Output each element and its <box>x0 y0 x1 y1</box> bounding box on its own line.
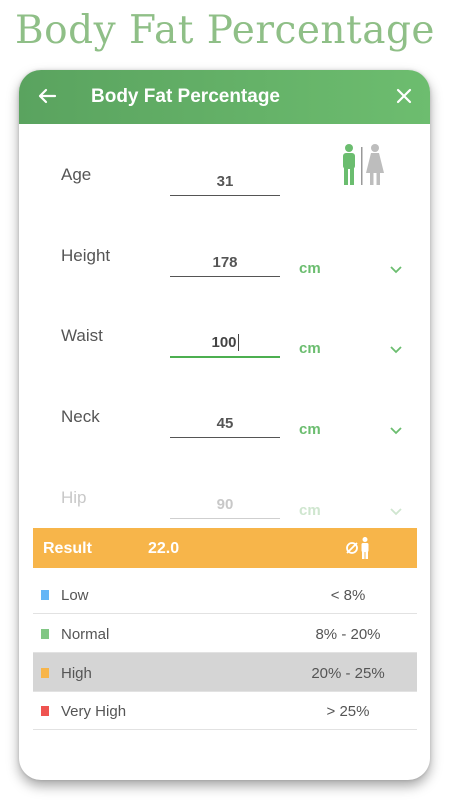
neck-row: Neck 45 cm <box>19 391 430 441</box>
legend-name: Very High <box>61 703 127 720</box>
text-cursor: ​ <box>237 334 239 351</box>
legend-name: Low <box>61 587 89 604</box>
result-value: 22.0 <box>148 540 180 557</box>
legend-row-high: High 20% - 25% <box>33 653 417 692</box>
hip-input: 90 <box>170 492 280 519</box>
legend-name: Normal <box>61 626 110 643</box>
result-bar: Result 22.0 <box>33 528 417 568</box>
waist-row: Waist 100​ cm <box>19 310 430 360</box>
chevron-down-icon[interactable] <box>389 424 403 438</box>
chevron-down-icon <box>390 508 402 516</box>
legend-row-normal: Normal 8% - 20% <box>33 614 417 653</box>
neck-unit-select[interactable]: cm <box>299 421 321 438</box>
legend-range: > 25% <box>326 703 370 720</box>
back-arrow-icon[interactable] <box>35 84 59 108</box>
legend-range: < 8% <box>330 587 366 604</box>
header-title: Body Fat Percentage <box>91 86 280 107</box>
low-color-swatch <box>41 590 49 600</box>
height-input[interactable]: 178 <box>170 250 280 277</box>
normal-color-swatch <box>41 629 49 639</box>
hip-unit-select: cm <box>299 502 321 519</box>
legend-range: 8% - 20% <box>315 626 381 643</box>
waist-unit-select[interactable]: cm <box>299 340 321 357</box>
chevron-down-icon[interactable] <box>389 343 403 357</box>
result-label: Result <box>43 540 92 557</box>
legend-range: 20% - 25% <box>311 665 385 682</box>
age-input[interactable]: 31 <box>170 169 280 196</box>
height-unit-select[interactable]: cm <box>299 260 321 277</box>
legend-row-very-high: Very High > 25% <box>33 691 417 730</box>
hip-row: Hip 90 cm <box>19 472 430 522</box>
high-color-swatch <box>41 668 49 678</box>
waist-input[interactable]: 100​ <box>170 330 280 358</box>
close-icon[interactable] <box>392 84 416 108</box>
no-person-icon <box>346 537 369 559</box>
age-row: Age 31 <box>19 149 430 199</box>
calculator-card: Body Fat Percentage Age 31 Height 178 cm <box>19 70 430 780</box>
waist-value: 100 <box>211 334 237 351</box>
app-header: Body Fat Percentage <box>19 70 430 124</box>
very-high-color-swatch <box>41 706 49 716</box>
legend-name: High <box>61 665 92 682</box>
chevron-down-icon[interactable] <box>389 263 403 277</box>
neck-input[interactable]: 45 <box>170 411 280 438</box>
legend-row-low: Low < 8% <box>33 575 417 614</box>
height-row: Height 178 cm <box>19 230 430 280</box>
promo-title: Body Fat Percentage <box>15 8 435 53</box>
